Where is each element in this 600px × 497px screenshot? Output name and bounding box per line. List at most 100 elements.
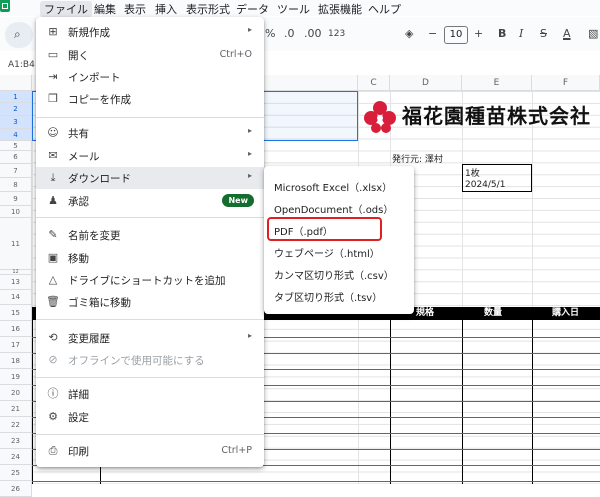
row-header[interactable]: 16: [0, 321, 32, 337]
menu-insert[interactable]: 挿入: [155, 1, 177, 17]
increase-decimal-button[interactable]: .00: [304, 27, 322, 40]
row-header[interactable]: 25: [0, 465, 32, 481]
row-header[interactable]: 5: [0, 141, 32, 151]
row-header[interactable]: 26: [0, 481, 32, 497]
number-format-button[interactable]: 123: [328, 29, 345, 39]
pdf-highlight-box: [267, 217, 382, 241]
menu-data[interactable]: データ: [236, 1, 269, 17]
menu-extensions[interactable]: 拡張機能: [318, 1, 362, 17]
shortcut-label: Ctrl+O: [219, 49, 252, 60]
row-header[interactable]: 21: [0, 401, 32, 417]
settings-icon: ⚙: [48, 410, 58, 423]
submenu-item-label: Microsoft Excel（.xlsx）: [274, 183, 393, 194]
download-ods[interactable]: OpenDocument（.ods）: [264, 196, 414, 218]
select-all-corner[interactable]: [0, 75, 32, 91]
menu-item-import[interactable]: ⇥ インポート: [36, 66, 264, 88]
row-header[interactable]: 2: [0, 103, 32, 116]
new-badge: New: [222, 194, 254, 207]
menu-item-settings[interactable]: ⚙ 設定: [36, 406, 264, 428]
menu-item-label: 変更履歴: [68, 333, 110, 345]
menu-item-print[interactable]: ⎙ 印刷 Ctrl+P: [36, 440, 264, 462]
row-header[interactable]: 13: [0, 275, 32, 290]
column-header-e[interactable]: E: [462, 75, 532, 91]
strikethrough-button[interactable]: S: [540, 27, 547, 40]
search-menus-button[interactable]: ⌕: [5, 22, 33, 48]
approval-icon: ♟: [48, 194, 58, 207]
menu-item-label: オフラインで使用可能にする: [68, 355, 205, 367]
menu-view[interactable]: 表示: [124, 1, 146, 17]
row-header[interactable]: 23: [0, 433, 32, 449]
menu-item-make-copy[interactable]: ❐ コピーを作成: [36, 88, 264, 110]
row-header[interactable]: 9: [0, 192, 32, 206]
download-tsv[interactable]: タブ区切り形式（.tsv）: [264, 284, 414, 306]
row-header[interactable]: 3: [0, 116, 32, 129]
row-header[interactable]: 4: [0, 129, 32, 141]
table-col-line: [390, 320, 391, 484]
menu-item-details[interactable]: ⓘ 詳細: [36, 383, 264, 405]
download-xlsx[interactable]: Microsoft Excel（.xlsx）: [264, 174, 414, 196]
submenu-item-label: ウェブページ（.html）: [274, 249, 380, 260]
row-header[interactable]: 11: [0, 218, 32, 270]
row-header[interactable]: 7: [0, 164, 32, 178]
menu-item-download[interactable]: ⤓ ダウンロード ▸: [36, 167, 264, 189]
row-header[interactable]: 6: [0, 151, 32, 164]
row-header[interactable]: 1: [0, 91, 32, 103]
menu-tools[interactable]: ツール: [277, 1, 310, 17]
offline-icon: ⊘: [48, 353, 58, 366]
menu-item-label: 設定: [68, 412, 89, 424]
menu-item-version-history[interactable]: ⟲ 変更履歴 ▸: [36, 327, 264, 349]
folder-icon: ▭: [47, 48, 59, 61]
column-header-f[interactable]: F: [532, 75, 600, 91]
row-header[interactable]: 22: [0, 417, 32, 433]
row-header[interactable]: 18: [0, 353, 32, 369]
row-header[interactable]: 15: [0, 305, 32, 321]
row-header[interactable]: 20: [0, 385, 32, 401]
menu-separator: [36, 217, 264, 218]
menu-item-offline[interactable]: ⊘ オフラインで使用可能にする: [36, 349, 264, 371]
download-html[interactable]: ウェブページ（.html）: [264, 240, 414, 262]
menu-edit[interactable]: 編集: [94, 1, 116, 17]
row-header[interactable]: 10: [0, 206, 32, 218]
header-spec: 規格: [416, 308, 435, 318]
email-icon: ✉: [48, 149, 58, 162]
menu-item-email[interactable]: ✉ メール ▸: [36, 145, 264, 167]
paint-bucket-icon[interactable]: ◈: [405, 27, 413, 40]
bold-button[interactable]: B: [498, 27, 506, 40]
text-color-button[interactable]: A: [563, 27, 571, 40]
font-size-input[interactable]: 10: [444, 26, 468, 44]
row-header[interactable]: 8: [0, 178, 32, 192]
submenu-arrow-icon: ▸: [247, 25, 252, 34]
menu-item-label: 開く: [68, 50, 89, 62]
menu-item-open[interactable]: ▭ 開く Ctrl+O: [36, 44, 264, 66]
column-header-c[interactable]: C: [358, 75, 390, 91]
menu-help[interactable]: ヘルプ: [368, 1, 401, 17]
menu-item-approval[interactable]: ♟ 承認 New: [36, 190, 264, 212]
row-header[interactable]: 17: [0, 337, 32, 353]
download-csv[interactable]: カンマ区切り形式（.csv）: [264, 262, 414, 284]
fill-color-icon[interactable]: ▧: [588, 27, 598, 40]
decrease-decimal-button[interactable]: .0: [284, 27, 295, 40]
menu-file[interactable]: ファイル: [40, 1, 92, 17]
row-header[interactable]: 19: [0, 369, 32, 385]
menu-separator: [36, 377, 264, 378]
menu-item-trash[interactable]: 🗑 ゴミ箱に移動: [36, 291, 264, 313]
menu-format[interactable]: 表示形式: [186, 1, 230, 17]
font-size-decrease-button[interactable]: −: [428, 27, 437, 40]
menu-item-label: ダウンロード: [68, 173, 131, 185]
percent-format-button[interactable]: %: [265, 27, 275, 40]
column-header-d[interactable]: D: [390, 75, 462, 91]
menu-item-new[interactable]: ⊞ 新規作成 ▸: [36, 21, 264, 43]
menu-item-share[interactable]: ☺ 共有 ▸: [36, 122, 264, 144]
row-header[interactable]: 14: [0, 290, 32, 305]
menu-item-add-shortcut[interactable]: △ ドライブにショートカットを追加: [36, 269, 264, 291]
italic-button[interactable]: I: [519, 27, 523, 40]
menu-item-label: インポート: [68, 72, 121, 84]
table-row-line: [32, 481, 600, 482]
menu-item-move[interactable]: ▣ 移動: [36, 247, 264, 269]
submenu-item-label: OpenDocument（.ods）: [274, 205, 394, 216]
menu-item-label: コピーを作成: [68, 94, 131, 106]
font-size-increase-button[interactable]: +: [474, 27, 483, 40]
menu-item-rename[interactable]: ✎ 名前を変更: [36, 224, 264, 246]
sheets-logo-icon[interactable]: [0, 0, 10, 12]
row-header[interactable]: 24: [0, 449, 32, 465]
